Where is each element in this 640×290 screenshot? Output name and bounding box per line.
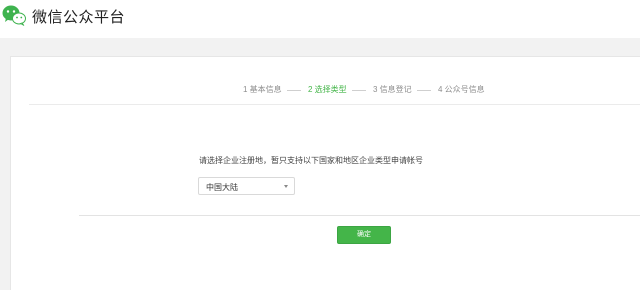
region-select-value: 中国大陆	[206, 183, 238, 192]
step-indicator: 1 基本信息 2 选择类型 3 信息登记 4 公众号信息	[11, 84, 640, 98]
wechat-logo-icon[interactable]	[2, 4, 26, 26]
step-separator	[287, 90, 301, 91]
step-select-type: 2 选择类型	[308, 85, 347, 94]
region-select[interactable]: 中国大陆	[198, 177, 295, 195]
brand-title[interactable]: 微信公众平台	[32, 6, 125, 27]
step-account-info: 4 公众号信息	[438, 85, 485, 94]
step-info-registration: 3 信息登记	[373, 85, 412, 94]
confirm-button[interactable]: 确定	[337, 226, 391, 244]
step-separator	[417, 90, 431, 91]
step-basic-info: 1 基本信息	[243, 85, 282, 94]
top-bar: 微信公众平台	[0, 0, 640, 38]
step-separator	[352, 90, 366, 91]
main-card: 1 基本信息 2 选择类型 3 信息登记 4 公众号信息 请选择企业注册地，暂只…	[10, 56, 640, 290]
divider	[79, 215, 640, 216]
region-instruction: 请选择企业注册地，暂只支持以下国家和地区企业类型申请帐号	[199, 156, 423, 165]
divider	[29, 104, 640, 105]
caret-down-icon	[284, 185, 288, 188]
